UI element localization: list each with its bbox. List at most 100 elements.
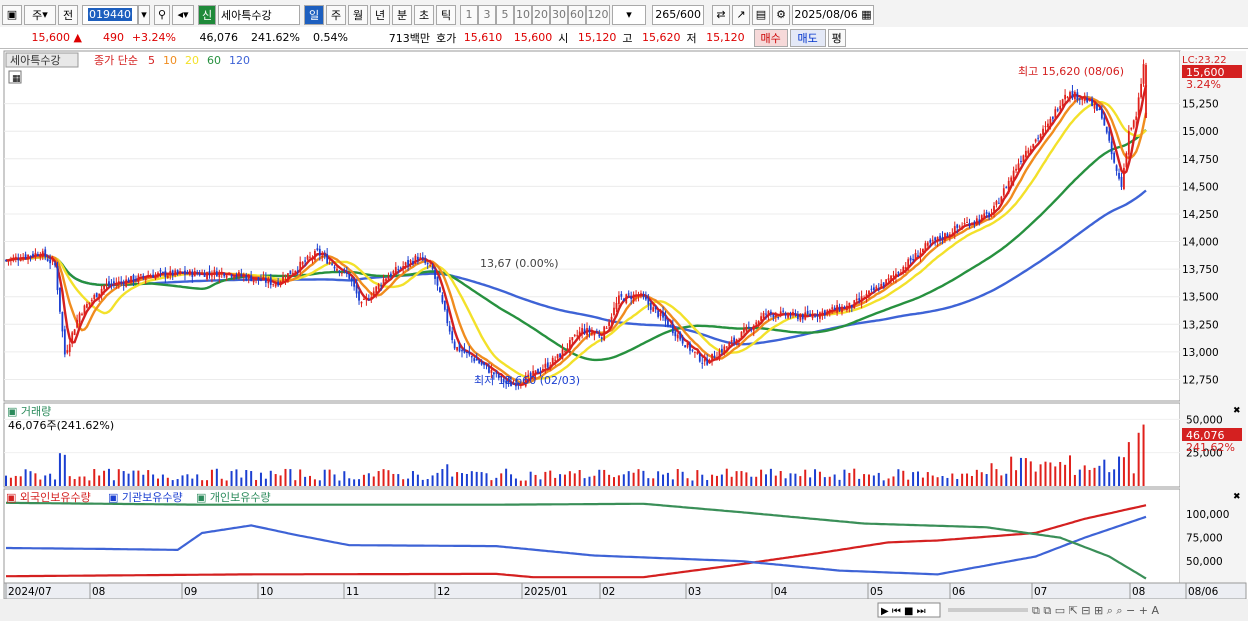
code-dropdown-icon[interactable]: ▾ [138,4,150,25]
volume-bar [779,470,782,486]
candle-body [858,298,861,301]
period-tab-주[interactable]: 주 [326,4,346,25]
volume-bar [956,478,959,486]
candle-body [176,270,179,274]
period-tab-일[interactable]: 일 [304,4,324,25]
volume-bar [662,474,665,486]
inst-legend-text: 기관보유수량 [122,491,183,504]
volume-bar [652,478,655,486]
search-icon[interactable]: ⚲ [154,4,170,25]
candle-body [664,315,667,322]
volume-bar [117,469,120,486]
candle-body [782,310,785,312]
volume-bar [1088,469,1091,486]
candle-body [951,233,954,235]
candle-body [865,293,868,298]
candle-body [252,279,255,283]
volume-bar [843,469,846,486]
stock-code-input[interactable]: 019440 [82,4,138,25]
period-tab-틱[interactable]: 틱 [436,4,456,25]
nav-icons[interactable]: ▶ ⏮ ■ ⏭ [881,606,926,617]
close-icon[interactable]: ✖ [1233,492,1241,502]
volume-bar [309,475,311,486]
interval-tab-1[interactable]: 1 [460,4,478,25]
candle-body [125,279,128,287]
interval-tab-60[interactable]: 60 [568,4,586,25]
volume-bar [804,469,807,486]
buy-button[interactable]: 매수 [753,28,788,47]
price-tick: 14,750 [1182,154,1219,166]
candle-body [838,306,841,312]
candle-body [397,269,400,271]
volume-bar [1127,442,1130,486]
volume-bar [397,474,400,486]
candle-body [559,353,561,358]
save-icon[interactable]: ▤ [752,4,770,25]
interval-tab-30[interactable]: 30 [550,4,568,25]
volume-bar [107,468,110,486]
candle-body [311,257,314,259]
candle-body [184,270,186,275]
candle-body [880,283,883,288]
period-tab-월[interactable]: 월 [348,4,368,25]
interval-tab-120[interactable]: 120 [586,4,610,25]
candle-body [63,329,66,355]
candle-body [948,234,951,236]
candle-body [1091,98,1093,106]
volume-title: ▣ 거래량 [7,405,51,418]
candle-body [735,339,738,343]
sell-button[interactable]: 매도 [789,28,826,47]
candle-body [1135,116,1138,120]
candle-body [694,351,696,353]
volume-bar [745,472,748,486]
market-select[interactable]: 주 ▾ [24,4,56,25]
candle-body [105,283,108,286]
candle-body [701,362,704,364]
interval-tab-3[interactable]: 3 [478,4,496,25]
sound-icon[interactable]: ◂▾ [172,4,194,25]
count-input[interactable]: 265/600 [652,4,704,25]
prev-button[interactable]: 전 [58,4,78,25]
zoom-slider[interactable] [948,608,1028,612]
x-label: 09 [184,586,197,598]
tool-icons[interactable]: ⧉ ⧉ ▭ ⇱ ⊟ ⊞ ⌕ ⌕ − + A [1032,604,1159,617]
volume-bar [603,469,606,486]
inst-legend: ▣ 기관보유수량 [108,491,183,504]
candle-body [380,285,382,287]
interval-tab-20[interactable]: 20 [532,4,550,25]
draw-icon[interactable]: ↗ [732,4,750,25]
interval-tab-5[interactable]: 5 [496,4,514,25]
volume-bar [544,471,547,486]
volume-bar [666,472,669,486]
candle-body [1000,196,1003,204]
indicator-icon[interactable]: ⇄ [712,4,730,25]
volume-bar [147,470,150,486]
candle-body [453,341,456,349]
period-tab-초[interactable]: 초 [414,4,434,25]
volume-bar [1024,458,1027,486]
volume-bar [1113,469,1116,486]
period-tab-년[interactable]: 년 [370,4,390,25]
volume-bar [78,476,81,486]
gear-icon[interactable]: ⚙ [772,4,790,25]
volume-bar [510,474,513,486]
candle-body [218,271,221,278]
candle-body [262,277,265,280]
candle-body [725,346,728,348]
date-input[interactable]: 2025/08/06 ▦ [792,4,874,25]
avg-button[interactable]: 평 [827,28,846,47]
layout-icon[interactable]: ▣ [2,4,22,25]
candle-body [843,306,846,309]
volume-bar [1039,464,1042,486]
volume-bar [5,475,7,486]
candle-body [958,226,961,228]
interval-tab-10[interactable]: 10 [514,4,532,25]
period-tab-분[interactable]: 분 [392,4,412,25]
candle-body [225,275,228,278]
volume-bar [902,470,905,486]
close-icon[interactable]: ✖ [1233,406,1241,416]
candle-body [71,332,74,343]
candle-body [995,201,998,205]
interval-input[interactable]: ▾ [612,4,646,25]
candle-body [81,313,83,315]
